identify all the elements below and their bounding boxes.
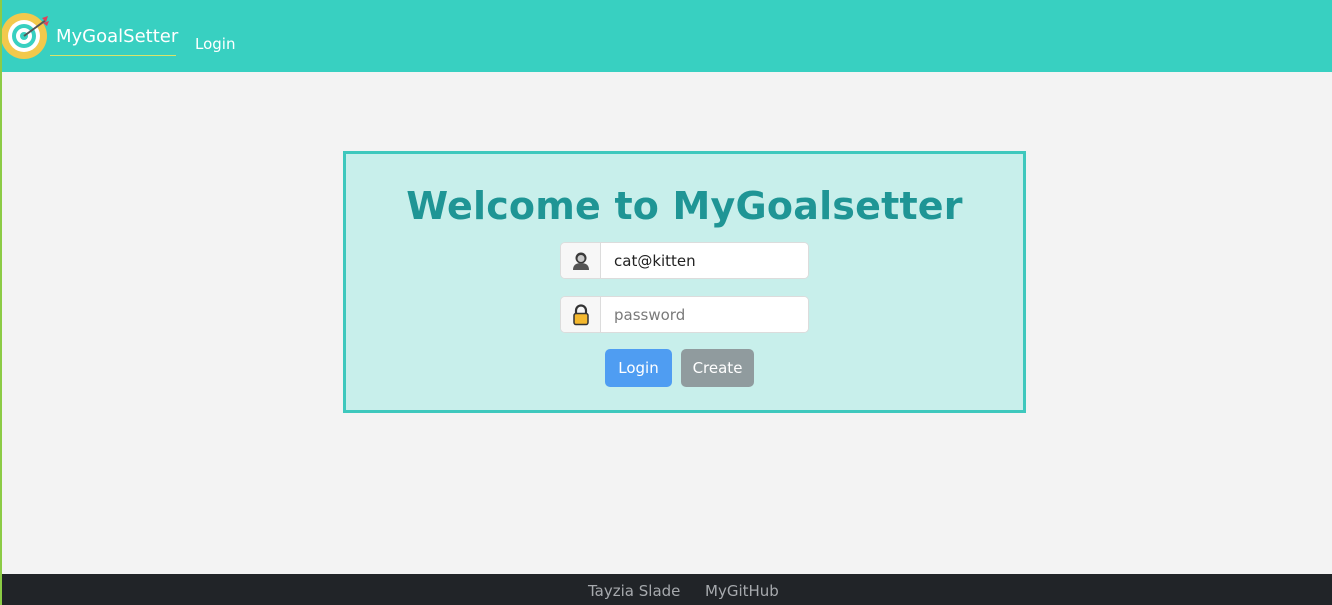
email-field[interactable]	[601, 243, 808, 278]
login-button[interactable]: Login	[605, 349, 672, 387]
email-addon	[561, 243, 601, 278]
user-icon	[572, 252, 589, 270]
footer-author-link[interactable]: Tayzia Slade	[588, 582, 680, 600]
nav-login-link[interactable]: Login	[195, 35, 235, 53]
brand-link[interactable]: MyGoalSetter	[50, 26, 178, 56]
navbar: MyGoalSetter Login	[2, 0, 1332, 72]
target-arrow-icon[interactable]	[2, 12, 50, 60]
password-input-group	[560, 296, 809, 333]
footer-github-link[interactable]: MyGitHub	[705, 582, 779, 600]
login-card: Welcome to MyGoalsetter Login Create	[343, 151, 1026, 413]
password-addon	[561, 297, 601, 332]
welcome-title: Welcome to MyGoalsetter	[406, 184, 963, 228]
email-input-group	[560, 242, 809, 279]
password-field[interactable]	[601, 297, 808, 332]
footer: Tayzia Slade MyGitHub	[2, 574, 1332, 605]
create-button[interactable]: Create	[681, 349, 754, 387]
app-page: MyGoalSetter Login Welcome to MyGoalsett…	[0, 0, 1332, 605]
lock-icon	[572, 303, 589, 325]
